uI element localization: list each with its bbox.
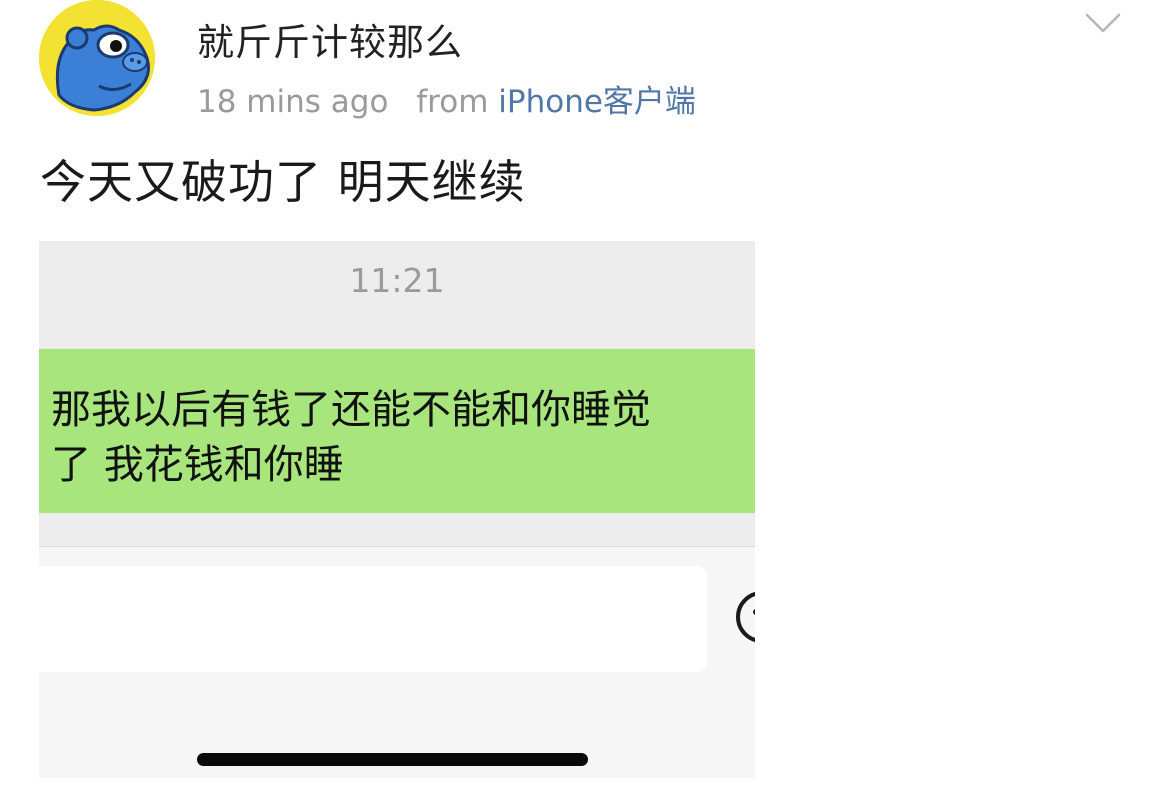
post-time: 18 mins ago bbox=[197, 84, 389, 120]
from-label: from bbox=[416, 84, 489, 120]
chat-message-line: 了 我花钱和你睡 bbox=[51, 442, 344, 488]
post-source-link[interactable]: iPhone客户端 bbox=[498, 84, 696, 120]
post-text: 今天又破功了 明天继续 bbox=[40, 155, 526, 209]
chat-message-line: 那我以后有钱了还能不能和你睡觉 bbox=[51, 387, 651, 433]
username[interactable]: 就斤斤计较那么 bbox=[197, 12, 463, 66]
emoji-icon[interactable] bbox=[736, 591, 755, 643]
emoji-eye bbox=[753, 609, 755, 615]
chat-input-bar bbox=[39, 546, 755, 778]
chat-timestamp: 11:21 bbox=[349, 261, 445, 300]
post-meta: 18 mins ago from iPhone客户端 bbox=[197, 76, 696, 121]
chevron-down-icon[interactable] bbox=[1085, 12, 1121, 34]
avatar[interactable] bbox=[39, 0, 155, 116]
post-image[interactable]: 11:21 那我以后有钱了还能不能和你睡觉 了 我花钱和你睡 bbox=[39, 241, 755, 778]
home-indicator bbox=[197, 753, 588, 766]
chat-input-field[interactable] bbox=[39, 566, 707, 672]
chat-message-bubble: 那我以后有钱了还能不能和你睡觉 了 我花钱和你睡 bbox=[39, 349, 755, 513]
hippo-avatar-icon bbox=[39, 0, 155, 116]
